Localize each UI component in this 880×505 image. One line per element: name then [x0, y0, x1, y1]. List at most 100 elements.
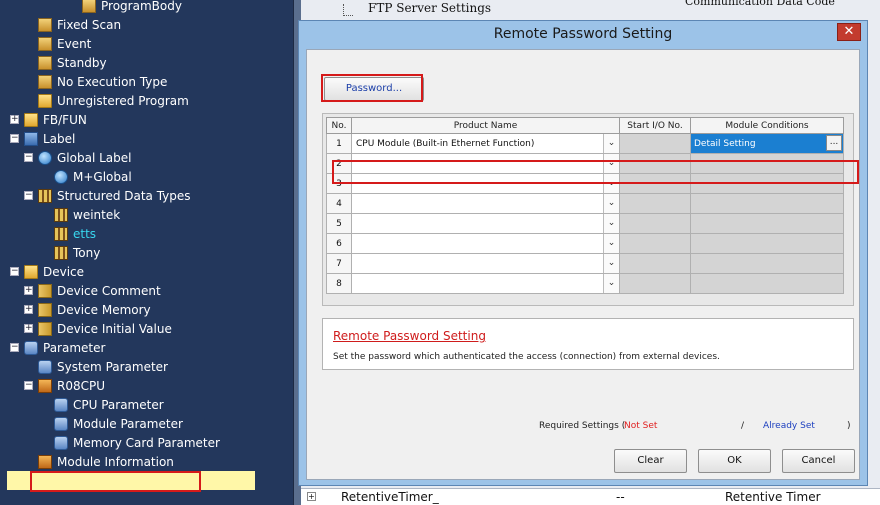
tree-item[interactable]: − R08CPU: [24, 376, 105, 395]
tree-item[interactable]: − Structured Data Types: [24, 186, 191, 205]
module-conditions-cell[interactable]: Detail Setting...: [690, 133, 844, 154]
detail-setting-button[interactable]: ...: [826, 135, 842, 151]
tree-item[interactable]: No Execution Type: [38, 72, 167, 91]
tree-item[interactable]: System Parameter: [38, 357, 168, 376]
clear-button[interactable]: Clear: [614, 449, 687, 473]
tree-item-label: FB/FUN: [43, 112, 87, 127]
tree-item-label: Module Information: [57, 454, 174, 469]
param-icon: [54, 435, 68, 450]
tree-item-label: Device Memory: [57, 302, 151, 317]
collapse-icon[interactable]: −: [24, 381, 33, 390]
tree-item-label: Structured Data Types: [57, 188, 191, 203]
row-number: 8: [326, 273, 352, 294]
product-name-cell[interactable]: ⌄: [351, 233, 620, 254]
expand-icon[interactable]: +: [24, 305, 33, 314]
tree-item-label: Standby: [57, 55, 107, 70]
struct-icon: [54, 245, 68, 260]
folder-icon: [24, 112, 38, 127]
tree-item[interactable]: + Device Comment: [24, 281, 161, 300]
collapse-icon[interactable]: −: [24, 191, 33, 200]
tree-item[interactable]: Event: [38, 34, 91, 53]
tree-item[interactable]: Fixed Scan: [38, 15, 121, 34]
tree-item[interactable]: Standby: [38, 53, 107, 72]
tree-item-label: R08CPU: [57, 378, 106, 393]
info-title-link[interactable]: Remote Password Setting: [333, 329, 486, 343]
start-io-cell: [619, 133, 691, 154]
struct-icon: [54, 226, 68, 241]
tree-item[interactable]: Tony: [54, 243, 100, 262]
prog-icon: [38, 17, 52, 32]
collapse-icon[interactable]: −: [10, 343, 19, 352]
collapse-icon[interactable]: −: [10, 134, 19, 143]
tree-item-label: Event: [57, 36, 92, 51]
dropdown-arrow-icon[interactable]: ⌄: [603, 194, 619, 213]
tree-item-label: Global Label: [57, 150, 132, 165]
tree-item[interactable]: + Device Memory: [24, 300, 151, 319]
tree-item[interactable]: Unregistered Program: [38, 91, 189, 110]
param-icon: [54, 416, 68, 431]
expand-icon[interactable]: +: [307, 492, 316, 501]
close-button[interactable]: ✕: [837, 23, 861, 41]
legend-separator: /: [741, 421, 745, 431]
module-conditions-cell: [690, 233, 844, 254]
tree-item-label: Tony: [73, 245, 101, 260]
tree-item-label: No Execution Type: [57, 74, 168, 89]
tree-item-label: Unregistered Program: [57, 93, 189, 108]
dropdown-arrow-icon[interactable]: ⌄: [603, 134, 619, 153]
product-name-cell[interactable]: CPU Module (Built-in Ethernet Function) ⌄: [351, 133, 620, 154]
product-name-cell[interactable]: ⌄: [351, 193, 620, 214]
tree-item[interactable]: + Device Initial Value: [24, 319, 172, 338]
tree-item[interactable]: − Device: [10, 262, 84, 281]
tree-item[interactable]: Module Information: [38, 452, 174, 471]
start-io-cell: [619, 193, 691, 214]
dropdown-arrow-icon[interactable]: ⌄: [603, 254, 619, 273]
tree-item-label: Memory Card Parameter: [73, 435, 220, 450]
label-class-cell: Retentive Timer: [725, 490, 821, 504]
tree-item[interactable]: weintek: [54, 205, 120, 224]
tree-item[interactable]: Memory Card Parameter: [54, 433, 220, 452]
start-io-cell: [619, 273, 691, 294]
tree-item[interactable]: ProgramBody: [82, 0, 182, 15]
module-conditions-cell: [690, 273, 844, 294]
required-label: Required Settings (: [539, 421, 626, 431]
dropdown-arrow-icon[interactable]: ⌄: [603, 214, 619, 233]
dropdown-arrow-icon[interactable]: ⌄: [603, 234, 619, 253]
row1-highlight: [332, 160, 859, 184]
expand-icon[interactable]: +: [24, 324, 33, 333]
tree-item-label: Fixed Scan: [57, 17, 122, 32]
ok-button[interactable]: OK: [698, 449, 771, 473]
dropdown-arrow-icon[interactable]: ⌄: [603, 274, 619, 293]
product-name-cell[interactable]: ⌄: [351, 213, 620, 234]
row-number: 6: [326, 233, 352, 254]
label-type-cell: --: [616, 490, 625, 504]
cpu-icon: [38, 454, 52, 469]
collapse-icon[interactable]: −: [24, 153, 33, 162]
collapse-icon[interactable]: −: [10, 267, 19, 276]
tree-item-label: Device: [43, 264, 85, 279]
tree-item[interactable]: − Global Label: [24, 148, 131, 167]
tree-item[interactable]: − Parameter: [10, 338, 105, 357]
communication-data-code-label: Communication Data Code: [685, 0, 835, 8]
module-conditions-cell: [690, 253, 844, 274]
expand-icon[interactable]: +: [24, 286, 33, 295]
row-number: 5: [326, 213, 352, 234]
tree-item[interactable]: CPU Parameter: [54, 395, 164, 414]
col-product-header: Product Name: [351, 117, 620, 134]
cancel-button[interactable]: Cancel: [782, 449, 855, 473]
tree-item[interactable]: − Label: [10, 129, 75, 148]
col-no-header: No.: [326, 117, 352, 134]
product-name-cell[interactable]: ⌄: [351, 253, 620, 274]
tree-item[interactable]: + FB/FUN: [10, 110, 87, 129]
param-icon: [54, 397, 68, 412]
struct-icon: [38, 188, 52, 203]
start-io-cell: [619, 213, 691, 234]
param-icon: [38, 359, 52, 374]
tree-item-label: System Parameter: [57, 359, 168, 374]
tree-item[interactable]: Module Parameter: [54, 414, 183, 433]
tree-item[interactable]: M+Global: [54, 167, 132, 186]
tree-item[interactable]: etts: [54, 224, 96, 243]
product-name-cell[interactable]: ⌄: [351, 273, 620, 294]
password-button-highlight: [321, 74, 423, 102]
col-cond-header: Module Conditions: [690, 117, 844, 134]
expand-icon[interactable]: +: [10, 115, 19, 124]
